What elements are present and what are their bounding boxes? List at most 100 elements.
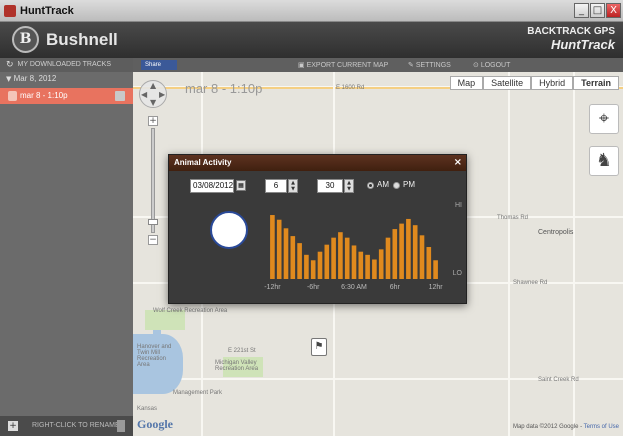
sidebar-heading: ↻ MY DOWNLOADED TRACKS <box>0 58 133 72</box>
chart-lo-label: LO <box>452 270 462 277</box>
date-group-label: Mar 8, 2012 <box>13 74 57 83</box>
minimize-button[interactable]: _ <box>574 3 589 18</box>
activity-bar <box>297 243 302 279</box>
activity-chart <box>270 215 438 279</box>
activity-bar <box>310 260 316 279</box>
date-input[interactable]: 03/08/2012 <box>190 179 234 193</box>
refresh-icon[interactable]: ↻ <box>6 58 14 72</box>
map-type-satellite[interactable]: Satellite <box>483 76 532 90</box>
sidebar-heading-label: MY DOWNLOADED TRACKS <box>17 61 112 68</box>
am-label: AM <box>377 180 389 189</box>
track-item[interactable]: mar 8 - 1:10p <box>0 88 133 104</box>
hour-stepper[interactable]: ▲ ▼ <box>288 179 298 193</box>
activity-bar <box>406 218 411 279</box>
close-window-button[interactable]: X <box>606 3 621 18</box>
activity-bar <box>270 215 275 279</box>
map-track-title: mar 8 - 1:10p <box>185 81 263 96</box>
dialog-titlebar: Animal Activity × <box>169 155 466 171</box>
rename-hint: RIGHT-CLICK TO RENAME <box>32 422 120 429</box>
map-label: Shawnee Rd <box>513 280 548 286</box>
minute-stepper[interactable]: ▲ ▼ <box>344 179 354 193</box>
map-type-hybrid[interactable]: Hybrid <box>531 76 574 90</box>
wrench-icon: ✎ <box>408 61 414 69</box>
hour-down-icon[interactable]: ▼ <box>289 186 297 192</box>
map-road <box>508 72 510 436</box>
brand-top: BACKTRACK GPS <box>527 26 615 37</box>
calendar-icon[interactable]: ▦ <box>236 180 246 191</box>
pan-left-icon[interactable]: ◀ <box>141 90 147 99</box>
activity-bar <box>358 251 364 279</box>
map-label: Thomas Rd <box>497 215 529 221</box>
hour-input[interactable]: 6 <box>265 179 287 193</box>
map-type-map[interactable]: Map <box>449 76 484 90</box>
activity-bar <box>412 225 418 279</box>
track-icon <box>8 91 17 101</box>
trash-icon[interactable] <box>117 420 125 432</box>
export-map-button[interactable]: ▣ EXPORT CURRENT MAP <box>298 58 388 73</box>
logout-button[interactable]: ⊙ LOGOUT <box>473 58 510 73</box>
map-label: Management Park <box>173 390 223 396</box>
maximize-button[interactable]: □ <box>590 3 605 18</box>
chart-x-tick: 6hr <box>389 284 400 291</box>
moon-phase-icon <box>210 211 248 249</box>
activity-bar <box>338 232 343 279</box>
google-logo: Google <box>137 417 173 431</box>
share-label: Share <box>145 62 162 68</box>
zoom-control: + − <box>148 116 158 246</box>
expand-arrow-icon: ▼ <box>6 75 12 83</box>
bushnell-logo-icon: B <box>12 26 39 53</box>
map-label: Saint Creek Rd <box>538 377 579 383</box>
chart-x-tick: 12hr <box>428 284 443 291</box>
map-label: Wolf Creek Recreation Area <box>153 308 228 314</box>
facebook-share-button[interactable]: Share <box>141 60 177 70</box>
zoom-in-button[interactable]: + <box>148 116 158 126</box>
zoom-slider[interactable] <box>148 128 158 233</box>
activity-bar <box>324 244 330 279</box>
zoom-out-button[interactable]: − <box>148 235 158 245</box>
map-label: Centropolis <box>538 229 574 236</box>
minute-input[interactable]: 30 <box>317 179 343 193</box>
dialog-close-icon[interactable]: × <box>454 155 462 171</box>
activity-bar <box>433 260 438 279</box>
track-label: mar 8 - 1:10p <box>20 91 68 100</box>
animal-activity-dialog: Animal Activity × 03/08/2012 ▦ 6 ▲ ▼ 30 … <box>168 154 467 304</box>
pan-up-icon[interactable]: ▲ <box>150 81 156 90</box>
camera-icon[interactable] <box>115 91 125 101</box>
map-label: E 221st St <box>228 348 256 354</box>
pan-right-icon[interactable]: ▶ <box>159 90 165 99</box>
logout-label: LOGOUT <box>480 62 511 69</box>
brand-bottom: HuntTrack <box>550 37 615 52</box>
dialog-title: Animal Activity <box>174 158 232 167</box>
minute-down-icon[interactable]: ▼ <box>345 186 353 192</box>
date-group[interactable]: ▼ Mar 8, 2012 <box>0 72 133 86</box>
activity-bar <box>419 235 425 279</box>
activity-bar <box>317 251 323 279</box>
locate-crosshair-button[interactable]: ⌖ <box>589 104 619 134</box>
hunt-mode-button[interactable]: ♞ <box>589 146 619 176</box>
map-type-terrain[interactable]: Terrain <box>573 76 619 90</box>
activity-bar <box>283 228 289 279</box>
pan-control[interactable]: ▲ ▼ ◀ ▶ <box>139 80 167 108</box>
activity-bar <box>351 245 357 279</box>
map-label: Michigan Valley Recreation Area <box>215 360 259 372</box>
export-icon: ▣ <box>298 61 305 69</box>
deer-icon: ♞ <box>595 150 613 171</box>
map-toolbar: Share ▣ EXPORT CURRENT MAP ✎ SETTINGS ⊙ … <box>133 58 623 72</box>
app-header: B Bushnell BACKTRACK GPS HuntTrack <box>0 22 623 58</box>
hunter-marker-icon[interactable]: ⚑ <box>311 338 327 356</box>
window-title: HuntTrack <box>20 4 74 17</box>
pm-radio[interactable] <box>393 182 400 189</box>
activity-bar <box>372 259 377 279</box>
pan-down-icon[interactable]: ▼ <box>150 98 156 107</box>
settings-button[interactable]: ✎ SETTINGS <box>408 58 451 73</box>
add-track-icon[interactable]: + <box>8 421 18 431</box>
chart-x-tick: 6:30 AM <box>341 284 367 291</box>
activity-bar <box>399 223 404 279</box>
terms-link[interactable]: Terms of Use <box>584 424 619 430</box>
chart-x-tick: -6hr <box>306 284 320 291</box>
activity-bar <box>365 254 370 279</box>
activity-bar <box>378 249 384 279</box>
am-radio[interactable] <box>367 182 374 189</box>
zoom-slider-handle[interactable] <box>148 219 158 225</box>
chart-x-tick: -12hr <box>264 284 281 291</box>
